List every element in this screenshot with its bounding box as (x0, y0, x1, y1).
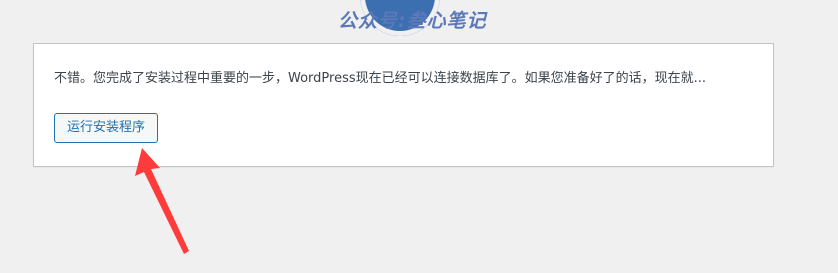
setup-message: 不错。您完成了安装过程中重要的一步，WordPress现在已经可以连接数据库了。… (54, 71, 707, 86)
watermark-text: 公众号:叁心笔记 (338, 10, 487, 32)
run-install-button[interactable]: 运行安装程序 (54, 113, 159, 143)
setup-message-card: 不错。您完成了安装过程中重要的一步，WordPress现在已经可以连接数据库了。… (33, 43, 774, 167)
